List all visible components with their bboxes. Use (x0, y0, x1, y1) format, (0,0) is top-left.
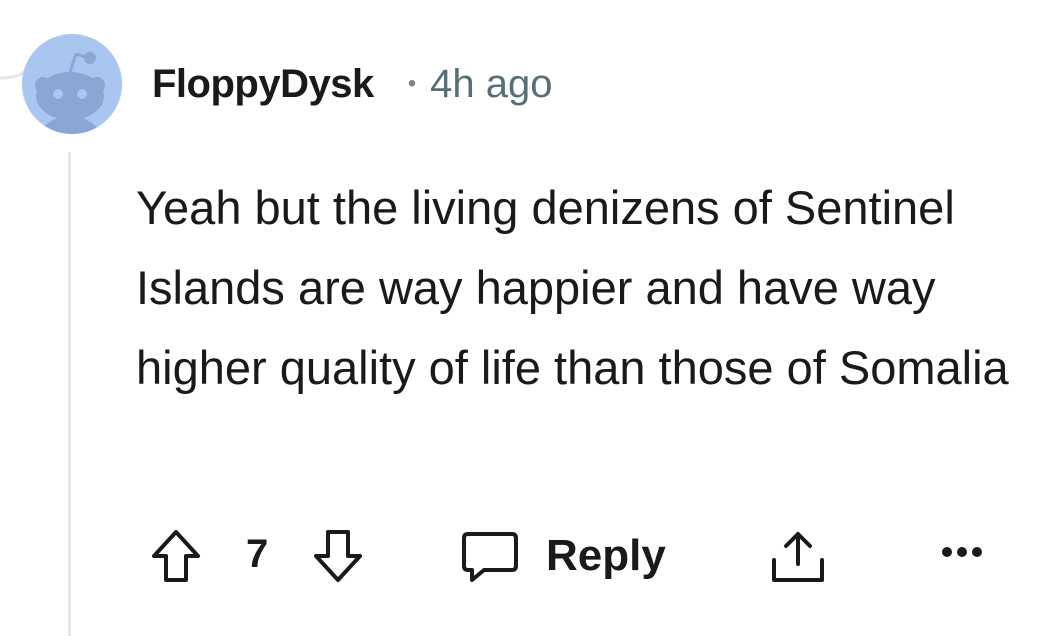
reply-label: Reply (546, 531, 666, 580)
speech-bubble-icon (462, 532, 518, 582)
snoo-avatar-icon (22, 34, 122, 134)
comment-header: FloppyDysk • 4h ago (152, 60, 552, 108)
upvote-button[interactable] (150, 528, 202, 584)
upvote-arrow-icon (152, 530, 200, 582)
vote-score: 7 (246, 532, 269, 576)
reply-button[interactable]: Reply (460, 528, 666, 584)
downvote-button[interactable] (312, 528, 364, 584)
comment-body: Yeah but the living denizens of Sentinel… (136, 181, 1009, 394)
thread-line[interactable] (68, 152, 71, 636)
avatar[interactable] (22, 34, 122, 134)
timestamp: 4h ago (430, 61, 553, 106)
comment-actions: 7 Reply (150, 524, 1040, 588)
more-options-button[interactable] (940, 544, 984, 560)
more-options-icon (942, 547, 982, 557)
share-button[interactable] (768, 528, 828, 586)
meta-separator: • (407, 70, 417, 97)
share-icon (772, 532, 824, 582)
username[interactable]: FloppyDysk (152, 62, 374, 107)
downvote-arrow-icon (314, 530, 362, 582)
